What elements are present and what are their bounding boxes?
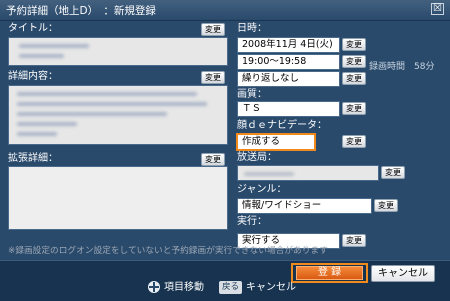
station-change-button[interactable]: 変更: [381, 166, 405, 179]
face-data-highlight: [236, 133, 316, 151]
genre-field[interactable]: 情報/ワイドショー: [237, 198, 372, 214]
repeat-field[interactable]: 繰り返しなし: [237, 71, 340, 87]
back-key-icon: 戻る: [219, 281, 242, 294]
dpad-icon: [148, 281, 160, 293]
station-label: 放送局：: [237, 152, 277, 163]
move-label: 項目移動: [164, 282, 204, 293]
window-title: 予約詳細（地上D） ：新規登録: [6, 5, 156, 17]
title-field[interactable]: [8, 37, 228, 66]
datetime-label: 日時：: [237, 23, 267, 34]
cancel-button[interactable]: キャンセル: [371, 265, 435, 282]
quality-change-button[interactable]: 変更: [342, 102, 366, 115]
time-change-button[interactable]: 変更: [342, 55, 366, 68]
genre-change-button[interactable]: 変更: [374, 199, 398, 212]
extended-field[interactable]: [8, 166, 228, 230]
repeat-change-button[interactable]: 変更: [342, 72, 366, 85]
quality-label: 画質：: [237, 89, 267, 100]
detail-field[interactable]: [8, 85, 228, 145]
face-data-change-button[interactable]: 変更: [342, 135, 366, 148]
close-button[interactable]: ☒: [431, 3, 444, 15]
detail-change-button[interactable]: 変更: [201, 71, 225, 84]
title-change-button[interactable]: 変更: [201, 23, 225, 36]
register-button[interactable]: 登 録: [296, 266, 363, 280]
duration-text: 録画時間 58分: [369, 62, 435, 72]
detail-label: 詳細内容：: [8, 71, 58, 82]
extended-label: 拡張詳細：: [8, 153, 58, 164]
footer-cancel-label: キャンセル: [246, 282, 296, 293]
exec-label: 実行：: [237, 216, 267, 227]
title-label: タイトル：: [8, 23, 58, 34]
quality-field[interactable]: ＴＳ: [237, 101, 340, 117]
date-change-button[interactable]: 変更: [342, 38, 366, 51]
time-field[interactable]: 19:00～19:58: [237, 54, 340, 70]
extended-change-button[interactable]: 変更: [201, 153, 225, 166]
genre-label: ジャンル：: [237, 184, 287, 195]
logon-notice: ※録画設定のログオン設定をしていないと予約録画が実行できない場合があります: [8, 246, 328, 256]
face-data-label: 顔ｄｅナビデータ：: [237, 120, 327, 131]
station-field[interactable]: [237, 165, 379, 181]
date-field[interactable]: 2008年11月 4日(火): [237, 37, 340, 53]
close-icon: ☒: [433, 3, 442, 14]
exec-change-button[interactable]: 変更: [342, 234, 366, 247]
